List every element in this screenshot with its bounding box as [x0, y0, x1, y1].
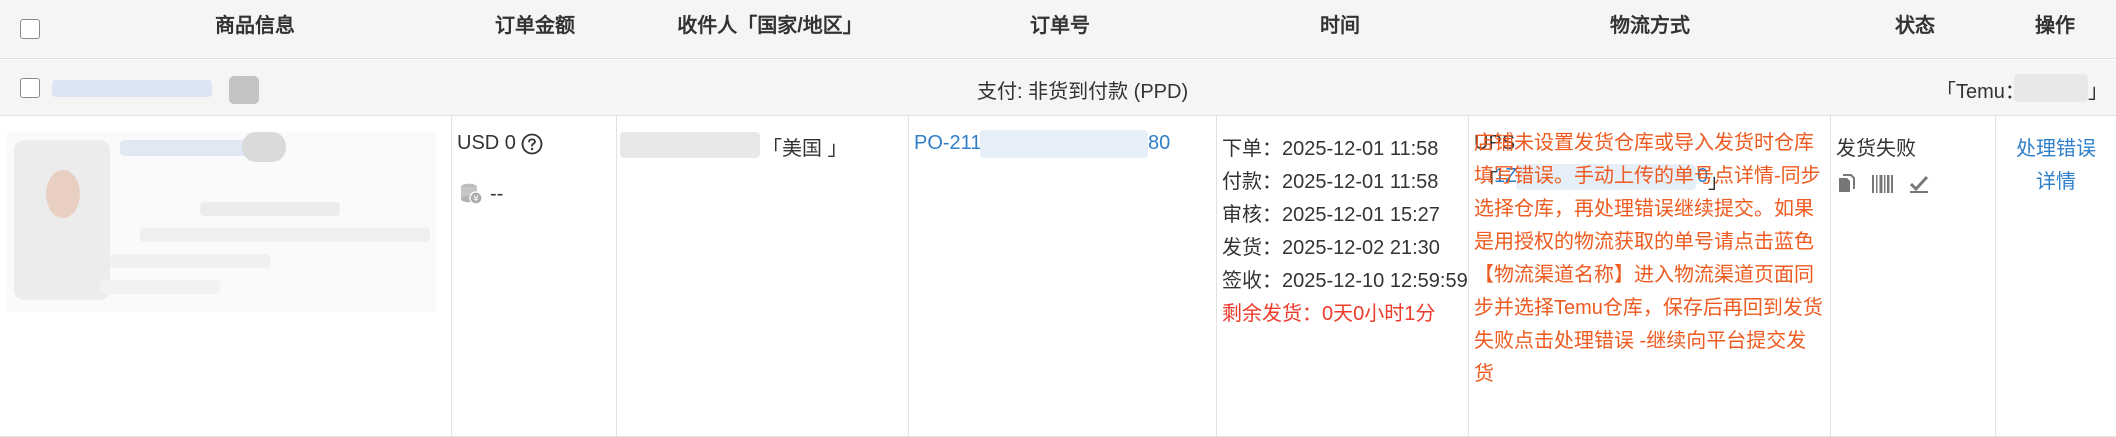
divider [1468, 116, 1469, 437]
platform-label-end: 」 [2088, 81, 2108, 103]
platform-label: 「Temu： [1936, 81, 2025, 103]
col-order-no: 订单号 [1030, 15, 1090, 37]
order-number-prefix[interactable]: PO-211 [914, 132, 981, 155]
order-amount: USD 0 [457, 132, 516, 154]
order-fee: -- [490, 183, 504, 205]
table-header: 商品信息 订单金额 收件人「国家/地区」 订单号 时间 物流方式 状态 操作 [0, 0, 2116, 59]
col-product-info: 商品信息 [215, 15, 295, 37]
divider [1995, 116, 1996, 437]
product-title-redacted[interactable] [120, 140, 260, 156]
time-shipped: 发货：2025-12-02 21:30 [1222, 237, 1440, 259]
col-status: 状态 [1895, 15, 1935, 37]
order-checkbox[interactable] [20, 78, 40, 98]
time-reviewed: 审核：2025-12-01 15:27 [1222, 204, 1440, 226]
svg-text:¥: ¥ [473, 195, 479, 205]
product-attr-redacted [100, 280, 220, 294]
handle-error-link[interactable]: 处理错误 [2001, 132, 2111, 161]
question-circle-icon[interactable] [521, 133, 543, 155]
order-status: 发货失败 [1836, 138, 1916, 160]
time-ordered: 下单：2025-12-01 11:58 [1222, 138, 1439, 160]
select-all-checkbox[interactable] [20, 19, 40, 39]
time-paid: 付款：2025-12-01 11:58 [1222, 171, 1439, 193]
shop-badge [229, 76, 259, 104]
divider [451, 116, 452, 437]
product-attr-redacted [110, 254, 270, 268]
detail-link[interactable]: 详情 [2001, 165, 2111, 194]
coin-stack-icon: ¥ [461, 183, 483, 205]
payment-type: 支付: 非货到付款 (PPD) [977, 81, 1189, 103]
checkmark-icon[interactable] [1908, 174, 1930, 194]
col-actions: 操作 [2035, 15, 2075, 37]
product-image-detail [46, 170, 80, 218]
barcode-icon[interactable] [1871, 174, 1895, 194]
time-signed: 签收：2025-12-10 12:59:59 [1222, 270, 1468, 292]
recipient-name-redacted [620, 132, 760, 158]
shop-name-redacted [52, 80, 212, 97]
recipient-country: 「美国 」 [762, 138, 848, 160]
divider [1830, 116, 1831, 437]
col-recipient: 收件人「国家/地区」 [677, 15, 863, 37]
order-number-suffix[interactable]: 80 [1148, 132, 1170, 155]
col-time: 时间 [1320, 15, 1360, 37]
remaining-ship-time: 剩余发货：0天0小时1分 [1222, 303, 1436, 325]
product-attr-redacted [140, 228, 430, 242]
copy-icon[interactable] [1836, 173, 1858, 195]
shipping-error-message: 店铺未设置发货仓库或导入发货时仓库填写错误。手动上传的单号点详情-同步选择仓库，… [1474, 132, 1823, 385]
col-shipping-method: 物流方式 [1610, 15, 1690, 37]
col-order-amount: 订单金额 [495, 15, 575, 37]
divider [616, 116, 617, 437]
divider [908, 116, 909, 437]
product-image[interactable] [14, 140, 110, 300]
order-number-redacted[interactable] [980, 130, 1148, 158]
platform-store-redacted [2014, 74, 2088, 102]
order-group-header: 支付: 非货到付款 (PPD) 「Temu： 」 [0, 60, 2116, 116]
product-sku-redacted [200, 202, 340, 216]
divider [1216, 116, 1217, 437]
product-tag [242, 132, 286, 162]
